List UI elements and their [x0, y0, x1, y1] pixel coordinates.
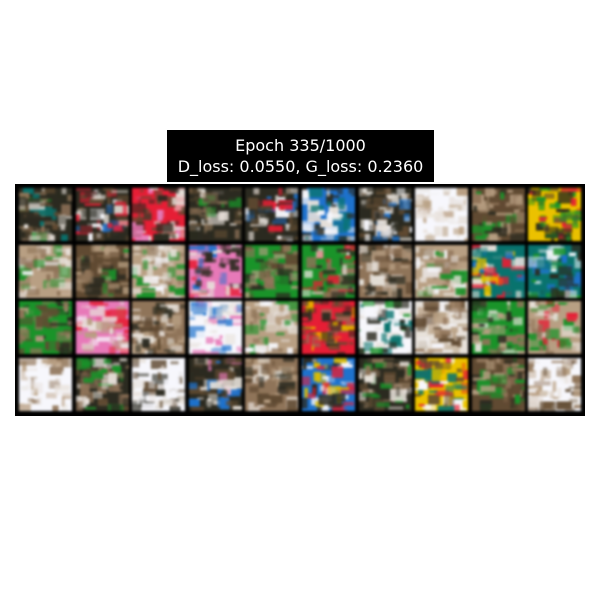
generated-sample: [188, 188, 242, 241]
generated-sample: [528, 188, 582, 241]
generated-sample: [471, 188, 525, 241]
generated-sample: [132, 357, 186, 411]
generated-sample: [19, 357, 72, 411]
generated-sample: [19, 244, 72, 298]
generated-sample: [245, 244, 299, 298]
generated-sample: [415, 244, 469, 298]
generated-sample: [415, 357, 469, 411]
generated-sample: [188, 244, 242, 298]
generated-sample: [75, 244, 129, 298]
generated-sample: [245, 357, 299, 411]
generated-sample: [415, 188, 469, 241]
plot-title: Epoch 335/1000 D_loss: 0.0550, G_loss: 0…: [167, 130, 434, 182]
generated-sample: [245, 301, 299, 355]
generated-sample: [188, 301, 242, 355]
generated-sample: [471, 301, 525, 355]
generated-sample: [528, 301, 582, 355]
generated-sample: [75, 188, 129, 241]
loss-label: D_loss: 0.0550, G_loss: 0.2360: [177, 157, 424, 176]
generated-sample: [132, 244, 186, 298]
generated-sample: [245, 188, 299, 241]
generated-sample: [528, 244, 582, 298]
generated-sample: [302, 188, 355, 241]
epoch-label: Epoch 335/1000: [235, 136, 366, 155]
generated-sample: [528, 357, 582, 411]
generated-sample: [302, 244, 355, 298]
generated-sample: [188, 357, 242, 411]
generated-sample: [415, 301, 469, 355]
generated-image-grid: [15, 184, 585, 416]
generated-sample: [132, 301, 186, 355]
generated-sample: [471, 244, 525, 298]
generated-sample: [358, 357, 412, 411]
generated-sample: [471, 357, 525, 411]
generated-sample: [358, 188, 412, 241]
generated-sample: [302, 301, 355, 355]
generated-sample: [19, 188, 72, 241]
generated-sample: [75, 301, 129, 355]
generated-sample: [302, 357, 355, 411]
generated-sample: [358, 244, 412, 298]
generated-sample: [75, 357, 129, 411]
generated-sample: [19, 301, 72, 355]
generated-sample: [358, 301, 412, 355]
generated-sample: [132, 188, 186, 241]
